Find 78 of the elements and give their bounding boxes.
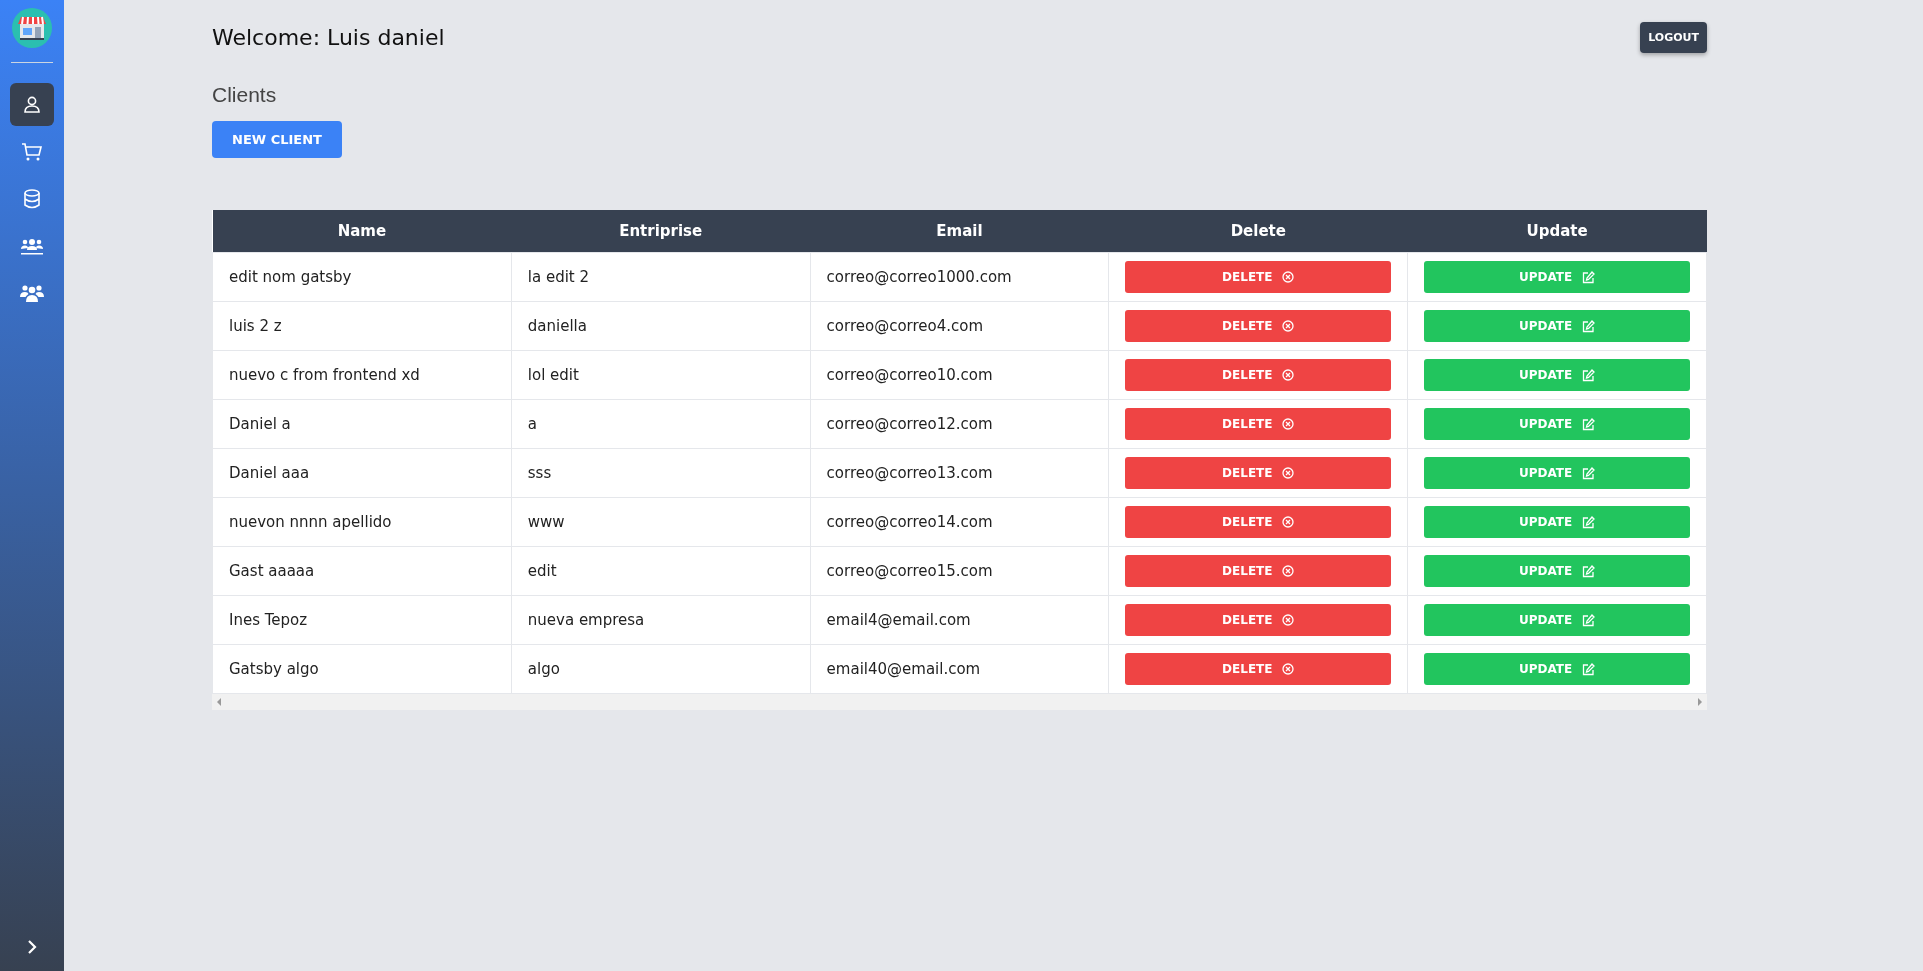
edit-icon [1582,662,1596,676]
delete-button[interactable]: DELETE [1125,555,1392,587]
close-circle-icon [1282,614,1295,626]
table-cell: la edit 2 [511,252,811,302]
table-cell: lol edit [511,350,811,400]
table-cell: nuevon nnnn apellido [212,497,512,547]
update-button[interactable]: UPDATE [1424,506,1690,538]
update-button[interactable]: UPDATE [1424,555,1690,587]
delete-button[interactable]: DELETE [1125,604,1392,636]
close-circle-icon [1282,271,1295,283]
table-cell: nuevo c from frontend xd [212,350,512,400]
close-circle-icon [1282,516,1295,528]
table-cell: edit nom gatsby [212,252,512,302]
table-cell: Daniel aaa [212,448,512,498]
close-circle-icon [1282,467,1295,479]
person-icon[interactable] [10,83,54,126]
column-header: Update [1407,210,1707,253]
edit-icon [1582,564,1596,578]
table-cell: Ines Tepoz [212,595,512,645]
scroll-right-icon[interactable] [1697,698,1703,706]
update-button[interactable]: UPDATE [1424,359,1690,391]
table-cell: email4@email.com [810,595,1109,645]
table-cell: email40@email.com [810,644,1109,694]
table-cell: Gatsby algo [212,644,512,694]
edit-icon [1582,515,1596,529]
edit-icon [1582,466,1596,480]
table-cell: correo@correo10.com [810,350,1109,400]
delete-button[interactable]: DELETE [1125,261,1392,293]
column-header: Delete [1108,210,1408,253]
delete-button[interactable]: DELETE [1125,457,1392,489]
column-header: Email [810,210,1109,253]
edit-icon [1582,270,1596,284]
column-header: Name [212,210,512,253]
table-cell: correo@correo4.com [810,301,1109,351]
update-button[interactable]: UPDATE [1424,604,1690,636]
table-cell: Gast aaaaa [212,546,512,596]
close-circle-icon [1282,320,1295,332]
edit-icon [1582,417,1596,431]
close-circle-icon [1282,565,1295,577]
update-button[interactable]: UPDATE [1424,408,1690,440]
update-button[interactable]: UPDATE [1424,653,1690,685]
close-circle-icon [1282,418,1295,430]
table-cell: correo@correo14.com [810,497,1109,547]
table-cell: correo@correo15.com [810,546,1109,596]
table-cell: sss [511,448,811,498]
delete-button[interactable]: DELETE [1125,359,1392,391]
table-cell: correo@correo1000.com [810,252,1109,302]
table-cell: correo@correo12.com [810,399,1109,449]
table-cell: edit [511,546,811,596]
delete-button[interactable]: DELETE [1125,408,1392,440]
update-button[interactable]: UPDATE [1424,457,1690,489]
store-logo-icon [12,8,52,48]
delete-button[interactable]: DELETE [1125,506,1392,538]
table-cell: correo@correo13.com [810,448,1109,498]
section-title: Clients [212,83,278,107]
delete-button[interactable]: DELETE [1125,310,1392,342]
close-circle-icon [1282,369,1295,381]
logout-button[interactable]: LOGOUT [1640,22,1707,53]
table-cell: nueva empresa [511,595,811,645]
close-circle-icon [1282,663,1295,675]
update-button[interactable]: UPDATE [1424,310,1690,342]
chevron-right-icon[interactable] [25,939,39,955]
edit-icon [1582,368,1596,382]
scroll-left-icon[interactable] [216,698,222,706]
table-cell: luis 2 z [212,301,512,351]
delete-button[interactable]: DELETE [1125,653,1392,685]
table-cell: www [511,497,811,547]
column-header: Entriprise [511,210,811,253]
table-cell: daniella [511,301,811,351]
edit-icon [1582,319,1596,333]
welcome-heading: Welcome: Luis daniel [212,25,445,50]
table-cell: a [511,399,811,449]
edit-icon [1582,613,1596,627]
update-button[interactable]: UPDATE [1424,261,1690,293]
table-cell: algo [511,644,811,694]
horizontal-scrollbar[interactable] [212,694,1707,710]
new-client-button[interactable]: NEW CLIENT [212,121,342,158]
table-cell: Daniel a [212,399,512,449]
